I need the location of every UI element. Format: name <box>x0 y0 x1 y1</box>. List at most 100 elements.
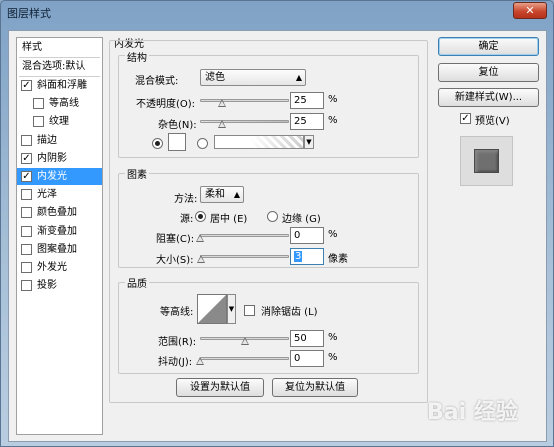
size-input[interactable]: 3 <box>290 248 324 265</box>
noise-slider[interactable] <box>200 120 289 123</box>
style-item[interactable]: 外发光 <box>17 259 102 276</box>
title-bar[interactable]: 图层样式 ✕ <box>1 1 553 23</box>
style-item[interactable]: ✓ 内阴影 <box>17 150 102 167</box>
style-item-checkbox[interactable] <box>21 280 32 292</box>
style-item[interactable]: 等高线 <box>17 95 102 112</box>
preview-label: 预览(V) <box>475 116 510 127</box>
elements-title: 图素 <box>125 166 149 181</box>
range-label: 范围(R): <box>158 337 197 348</box>
set-default-button[interactable]: 设置为默认值 <box>176 378 264 397</box>
styles-list: 样式 混合选项:默认 ✓ 斜面和浮雕等高线纹理描边 ✓ 内阴影 ✓ 内发光光泽颜色叠加渐变… <box>16 37 103 435</box>
choke-slider-thumb[interactable] <box>196 234 204 242</box>
close-button[interactable]: ✕ <box>513 2 547 19</box>
noise-label: 杂色(N): <box>158 120 197 131</box>
ok-button[interactable]: 确定 <box>438 37 539 56</box>
source-center-radio[interactable] <box>195 211 206 222</box>
size-unit: 像素 <box>328 254 348 265</box>
dialog-title: 图层样式 <box>7 7 51 20</box>
contour-label: 等高线: <box>160 307 194 318</box>
chevron-down-icon: ▲︎ <box>233 190 240 199</box>
style-item-label: 内发光 <box>37 171 67 182</box>
reset-default-button[interactable]: 复位为默认值 <box>272 378 358 397</box>
blend-mode-label: 混合模式: <box>135 76 179 87</box>
blend-mode-value: 滤色 <box>205 72 225 83</box>
choke-label: 阻塞(C): <box>156 234 195 245</box>
style-item-checkbox[interactable] <box>21 134 32 146</box>
style-item[interactable]: 颜色叠加 <box>17 204 102 221</box>
style-item-label: 光泽 <box>37 189 57 201</box>
new-style-button[interactable]: 新建样式(W)... <box>438 88 539 107</box>
contour-curve-icon <box>198 295 226 323</box>
style-item-checkbox[interactable] <box>21 243 32 255</box>
blend-options-item[interactable]: 混合选项:默认 <box>17 58 102 75</box>
contour-preview[interactable] <box>197 294 227 324</box>
chevron-down-icon: ▲︎ <box>295 73 302 82</box>
gradient-radio[interactable] <box>197 138 208 149</box>
style-item-label: 纹理 <box>49 116 69 128</box>
style-item-label: 渐变叠加 <box>37 225 77 237</box>
style-item[interactable]: 描边 <box>17 132 102 149</box>
quality-title: 品质 <box>125 275 149 290</box>
opacity-percent: % <box>328 94 338 105</box>
jitter-input[interactable]: 0 <box>290 350 324 367</box>
style-item-checkbox[interactable] <box>33 98 44 110</box>
size-slider[interactable] <box>200 255 289 258</box>
glow-color-swatch[interactable] <box>168 133 186 151</box>
range-slider-thumb[interactable] <box>240 337 249 345</box>
style-item[interactable]: 投影 <box>17 277 102 294</box>
jitter-slider[interactable] <box>200 357 289 360</box>
jitter-label: 抖动(J): <box>158 357 193 368</box>
solid-color-radio[interactable] <box>152 138 163 149</box>
dialog-client: 样式 混合选项:默认 ✓ 斜面和浮雕等高线纹理描边 ✓ 内阴影 ✓ 内发光光泽颜色叠加渐变… <box>8 30 547 442</box>
preview-swatch <box>474 149 499 173</box>
noise-slider-thumb[interactable] <box>218 120 227 128</box>
size-value: 3 <box>294 251 303 262</box>
style-item-checkbox[interactable]: ✓ <box>21 80 32 91</box>
contour-dropdown-icon[interactable]: ▼ <box>227 294 236 324</box>
style-item-checkbox[interactable] <box>21 225 32 237</box>
style-item[interactable]: 纹理 <box>17 113 102 130</box>
style-item-checkbox[interactable] <box>21 189 32 201</box>
style-item-checkbox[interactable] <box>21 207 32 219</box>
noise-percent: % <box>328 115 338 126</box>
size-slider-thumb[interactable] <box>197 255 206 263</box>
style-item[interactable]: 渐变叠加 <box>17 223 102 240</box>
style-preview <box>460 136 513 186</box>
choke-input[interactable]: 0 <box>290 227 324 244</box>
style-item[interactable]: 图案叠加 <box>17 241 102 258</box>
structure-title: 结构 <box>125 49 149 64</box>
method-select[interactable]: 柔和 ▲︎ <box>200 186 244 203</box>
method-value: 柔和 <box>205 189 225 200</box>
baidu-watermark: Bai 经验 <box>427 400 518 425</box>
source-edge-label: 边缘 (G) <box>282 214 321 225</box>
style-item-label: 描边 <box>37 134 57 146</box>
gradient-picker[interactable] <box>214 135 304 149</box>
size-label: 大小(S): <box>156 255 194 266</box>
style-item[interactable]: ✓ 内发光 <box>17 168 102 185</box>
style-item-checkbox[interactable] <box>33 116 44 128</box>
gradient-dropdown-icon[interactable]: ▼ <box>304 135 314 149</box>
preview-checkbox[interactable]: ✓ <box>460 113 471 124</box>
styles-header[interactable]: 样式 <box>17 39 102 56</box>
blend-mode-select[interactable]: 滤色 ▲︎ <box>200 69 306 86</box>
choke-slider[interactable] <box>200 234 289 237</box>
source-edge-radio[interactable] <box>267 211 278 222</box>
opacity-input[interactable]: 25 <box>290 92 324 109</box>
blend-options-label: 混合选项:默认 <box>22 61 86 72</box>
style-item-checkbox[interactable]: ✓ <box>21 152 32 164</box>
style-item-label: 内阴影 <box>37 152 67 164</box>
style-item[interactable]: 光泽 <box>17 186 102 203</box>
noise-input[interactable]: 25 <box>290 113 324 130</box>
style-item-checkbox[interactable]: ✓ <box>21 171 32 182</box>
anti-alias-checkbox[interactable] <box>244 305 255 316</box>
style-item-checkbox[interactable] <box>21 262 32 273</box>
opacity-slider-thumb[interactable] <box>218 99 227 107</box>
style-item-label: 等高线 <box>49 98 79 110</box>
opacity-slider[interactable] <box>200 99 289 102</box>
jitter-slider-thumb[interactable] <box>196 357 204 365</box>
jitter-percent: % <box>328 352 338 363</box>
opacity-label: 不透明度(O): <box>136 99 196 110</box>
range-input[interactable]: 50 <box>290 330 324 347</box>
reset-button[interactable]: 复位 <box>438 63 539 82</box>
style-item[interactable]: ✓ 斜面和浮雕 <box>17 77 102 94</box>
